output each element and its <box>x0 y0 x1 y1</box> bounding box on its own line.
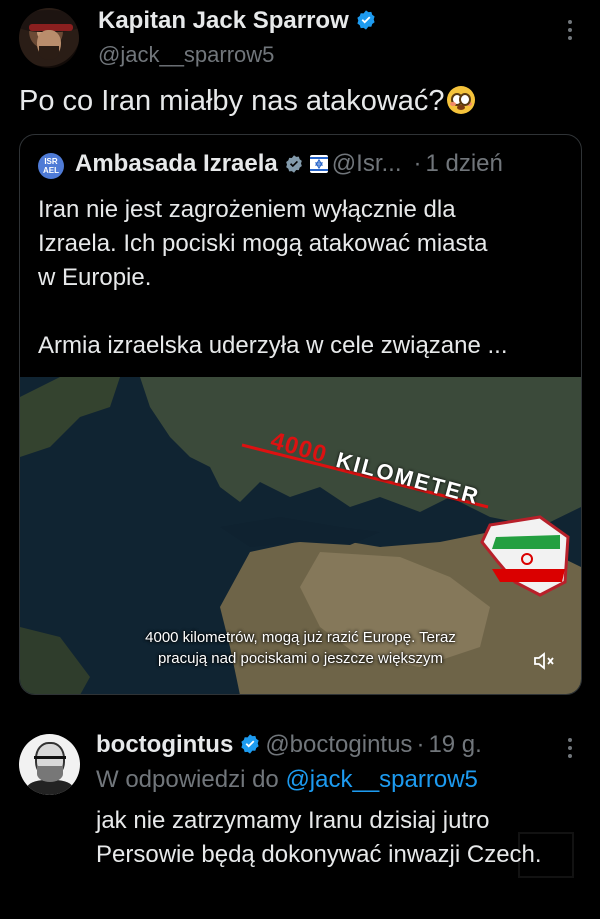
author-handle[interactable]: @jack__sparrow5 <box>98 42 274 68</box>
tweet-text: Po co Iran miałby nas atakować? <box>19 85 475 118</box>
author-name[interactable]: Kapitan Jack Sparrow <box>98 7 377 35</box>
separator-dot: · <box>416 731 425 758</box>
author-avatar[interactable] <box>19 8 79 68</box>
more-options-icon[interactable] <box>564 20 576 44</box>
quoted-text-line: Iran nie jest zagrożeniem wyłącznie dla <box>38 196 456 223</box>
quoted-tweet-text: Iran nie jest zagrożeniem wyłącznie dla … <box>38 193 568 363</box>
separator-dot: · <box>413 150 422 177</box>
reply-time[interactable]: 19 g. <box>428 731 481 758</box>
quoted-tweet-header: Ambasada Izraela @Isr... · 1 dzień <box>75 150 503 178</box>
flushed-face-emoji-icon <box>446 86 475 114</box>
mute-icon[interactable] <box>532 650 558 672</box>
video-caption: 4000 kilometrów, mogą już razić Europę. … <box>20 627 581 669</box>
reply-more-options-icon[interactable] <box>564 738 576 762</box>
quoted-author-name[interactable]: Ambasada Izraela <box>75 150 278 177</box>
replying-to: W odpowiedzi do @jack__sparrow5 <box>96 766 478 794</box>
author-name-text[interactable]: Kapitan Jack Sparrow <box>98 7 349 34</box>
replying-to-prefix: W odpowiedzi do <box>96 766 279 793</box>
verified-badge-icon <box>241 734 259 754</box>
video-media[interactable]: 4000 KILOMETER 4000 kilometrów, mogą już… <box>20 377 581 694</box>
quoted-author-handle[interactable]: @Isr... <box>332 150 402 177</box>
reply-header: boctogintus @boctogintus · 19 g. <box>96 731 482 759</box>
watermark-logo <box>518 832 574 878</box>
tweet-text-content: Po co Iran miałby nas atakować? <box>19 85 445 117</box>
verified-badge-icon <box>285 155 302 173</box>
avatar-beard <box>39 46 59 60</box>
quoted-text-line: Izraela. Ich pociski mogą atakować miast… <box>38 230 488 257</box>
quoted-tweet-time[interactable]: 1 dzień <box>425 150 502 177</box>
embassy-avatar-text: ISR AEL <box>43 157 59 175</box>
reply-author-handle[interactable]: @boctogintus <box>265 731 412 758</box>
quoted-text-line: Armia izraelska uderzyła w cele związane… <box>38 332 508 359</box>
quoted-tweet[interactable]: ISR AEL Ambasada Izraela @Isr... · 1 dzień … <box>19 134 582 695</box>
caption-line: pracują nad pociskami o jeszcze większym <box>157 650 444 667</box>
reply-author-name[interactable]: boctogintus <box>96 731 233 758</box>
reply-author-avatar[interactable] <box>19 734 80 795</box>
caption-line: 4000 kilometrów, mogą już razić Europę. … <box>145 629 456 646</box>
verified-badge-icon <box>357 10 375 30</box>
embassy-avatar[interactable]: ISR AEL <box>38 153 64 179</box>
reply-text: jak nie zatrzymamy Iranu dzisiaj jutro P… <box>96 807 542 868</box>
israel-flag-icon <box>309 155 328 173</box>
reply-tweet[interactable]: boctogintus @boctogintus · 19 g. W odpowied… <box>0 700 600 919</box>
replying-to-link[interactable]: @jack__sparrow5 <box>285 766 477 793</box>
quoted-text-line: w Europie. <box>38 264 152 291</box>
